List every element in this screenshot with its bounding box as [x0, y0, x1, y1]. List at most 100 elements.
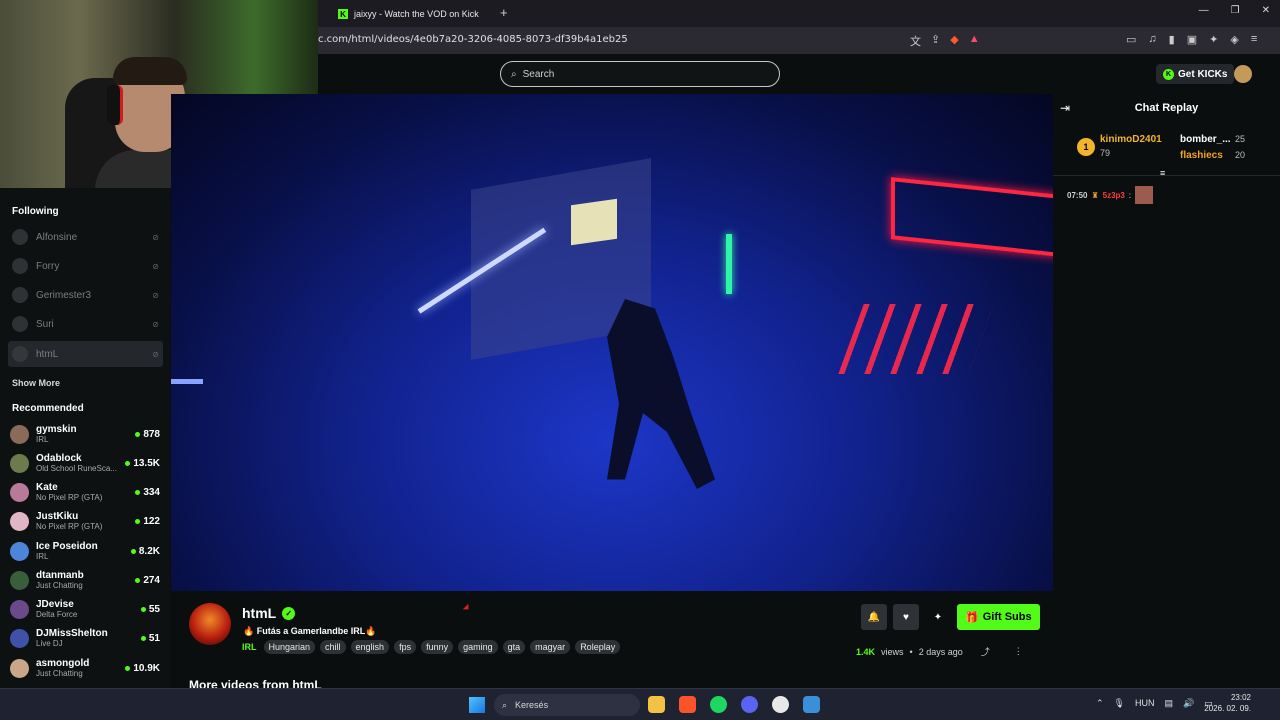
language-indicator[interactable]: HUN	[1135, 698, 1155, 709]
heart-icon: ♥	[903, 611, 909, 623]
tag[interactable]: chill	[320, 640, 346, 654]
browser-tab[interactable]: K jaixyy - Watch the VOD on Kick	[328, 3, 488, 25]
chat-panel: ⇥ Chat Replay 1 kinimoD2401 79 bomber_..…	[1053, 94, 1280, 688]
taskbar-search[interactable]: ⌕ Keresés	[494, 694, 640, 716]
close-window-button[interactable]: ✕	[1262, 5, 1270, 16]
search-input[interactable]: ⌕ Search	[500, 61, 780, 87]
file-explorer-icon[interactable]	[648, 696, 665, 713]
volume-icon[interactable]: 🔊	[1183, 698, 1194, 709]
network-icon[interactable]: ▤	[1164, 698, 1173, 709]
tag[interactable]: funny	[421, 640, 454, 654]
leaderboard-third-name[interactable]: flashiecs	[1180, 150, 1223, 161]
wallet-icon[interactable]: ▣	[1187, 33, 1197, 46]
recommended-channel[interactable]: JDevise Delta Force 55	[10, 595, 160, 623]
video-scene-person	[607, 299, 715, 489]
share-icon[interactable]: ⇪	[931, 33, 940, 49]
live-dot-icon	[135, 577, 141, 583]
following-item[interactable]: Gerimester3 ⊘	[8, 282, 163, 308]
tag[interactable]: magyar	[530, 640, 571, 654]
verified-badge-icon: ✓	[282, 606, 296, 620]
following-item-active[interactable]: htmL ⊘	[8, 341, 163, 367]
brave-browser-icon[interactable]	[679, 696, 696, 713]
browser-toolbar-icons: ▭ ♫ ▮ ▣ ✦ ◈ ≡	[1126, 33, 1257, 46]
photos-icon[interactable]	[803, 696, 820, 713]
video-player[interactable]	[171, 94, 1053, 591]
follow-button[interactable]: ♥	[893, 604, 919, 630]
chat-message: 07:50 ♜ 5z3p3 :	[1067, 186, 1154, 204]
live-dot-icon	[135, 518, 141, 524]
spotify-icon[interactable]	[710, 696, 727, 713]
discord-icon[interactable]	[741, 696, 758, 713]
views-label: views	[881, 646, 904, 657]
media-icon[interactable]: ♫	[1148, 33, 1156, 46]
recommended-channel[interactable]: JustKiku No Pixel RP (GTA) 122	[10, 507, 160, 535]
extensions-icon[interactable]: ✦	[1209, 33, 1218, 46]
live-dot-icon	[130, 548, 136, 554]
leaderboard-second-name[interactable]: bomber_...	[1180, 134, 1231, 145]
category-link[interactable]: IRL	[242, 642, 257, 652]
video-scene-red-frame	[891, 177, 1053, 257]
streamer-name[interactable]: htmL	[242, 605, 276, 621]
recommended-channel[interactable]: Odablock Old School RuneSca... 13.5K	[10, 449, 160, 477]
leaderboard-second-value: 25	[1235, 134, 1246, 144]
user-avatar[interactable]	[1234, 65, 1252, 83]
offline-icon: ⊘	[152, 232, 159, 242]
tag[interactable]: english	[350, 640, 390, 654]
following-item[interactable]: Suri ⊘	[8, 311, 163, 337]
get-kicks-button[interactable]: K Get KICKs	[1156, 64, 1235, 84]
system-tray: ⌃ 🎙 HUN ▤ 🔊 ▭	[1096, 698, 1213, 709]
vpn-icon[interactable]: ◈	[1230, 33, 1238, 46]
windows-start-icon[interactable]	[469, 697, 485, 713]
expand-leaderboard-icon[interactable]: ≡	[1160, 168, 1165, 178]
avatar	[10, 570, 29, 590]
recommended-channel[interactable]: dtanmanb Just Chatting 274	[10, 566, 160, 594]
gift-subs-button[interactable]: 🎁 Gift Subs	[957, 604, 1040, 630]
live-dot-icon	[125, 665, 131, 671]
tag[interactable]: gaming	[458, 640, 498, 654]
brave-rewards-icon[interactable]: ▲	[969, 33, 980, 49]
rank-badge: 1	[1077, 138, 1095, 156]
menu-icon[interactable]: ≡	[1251, 33, 1257, 46]
brave-shield-icon[interactable]: ◆	[950, 33, 958, 49]
following-item[interactable]: Alfonsine ⊘	[8, 224, 163, 250]
recommended-channel[interactable]: asmongold Just Chatting 10.9K	[10, 654, 160, 682]
tag[interactable]: fps	[394, 640, 417, 654]
offline-icon: ⊘	[152, 290, 159, 300]
streamer-avatar[interactable]	[189, 603, 231, 645]
tag[interactable]: Hungarian	[263, 640, 316, 654]
following-item[interactable]: Forry ⊘	[8, 253, 163, 279]
kick-favicon-icon: K	[338, 9, 348, 19]
video-scene-screen	[571, 198, 617, 246]
show-more-button[interactable]: Show More	[12, 378, 60, 388]
leaderboard-first-name[interactable]: kinimoD2401	[1100, 134, 1162, 145]
recommended-channel[interactable]: Kate No Pixel RP (GTA) 334	[10, 478, 160, 506]
obs-icon[interactable]	[772, 696, 789, 713]
taskbar-clock[interactable]: 23:02 2026. 02. 09.	[1203, 693, 1251, 715]
chat-username[interactable]: 5z3p3	[1103, 191, 1125, 200]
avatar	[12, 258, 28, 274]
chevron-up-icon[interactable]: ⌃	[1096, 698, 1104, 709]
new-tab-button[interactable]: +	[500, 5, 508, 20]
minimize-button[interactable]: —	[1199, 5, 1209, 16]
microphone-icon[interactable]: 🎙	[1114, 698, 1125, 709]
recommended-channel[interactable]: gymskin IRL 878	[10, 420, 160, 448]
address-bar-icons: 文 ⇪ ◆ ▲	[910, 33, 980, 49]
reader-icon[interactable]: ▮	[1169, 33, 1175, 46]
url-text[interactable]: c.com/html/videos/4e0b7a20-3206-4085-807…	[318, 34, 628, 45]
video-scene-red-bars	[838, 304, 994, 374]
translate-icon[interactable]: 文	[910, 33, 921, 49]
tag[interactable]: Roleplay	[575, 640, 621, 654]
live-dot-icon	[135, 489, 141, 495]
tag[interactable]: gta	[502, 640, 526, 654]
notification-bell-button[interactable]: 🔔	[861, 604, 887, 630]
sparkle-button[interactable]: ✦	[925, 604, 951, 630]
maximize-button[interactable]: ❐	[1231, 5, 1240, 16]
more-options-icon[interactable]: ⋮	[1014, 646, 1023, 657]
bell-icon: 🔔	[867, 611, 881, 623]
sidebar-toggle-icon[interactable]: ▭	[1126, 33, 1136, 46]
offline-icon: ⊘	[152, 349, 159, 359]
share-button-icon[interactable]: ⤴	[981, 645, 990, 658]
recommended-channel[interactable]: Ice Poseidon IRL 8.2K	[10, 537, 160, 565]
mouse-cursor	[462, 603, 472, 613]
recommended-channel[interactable]: DJMissShelton Live DJ 51	[10, 624, 160, 652]
